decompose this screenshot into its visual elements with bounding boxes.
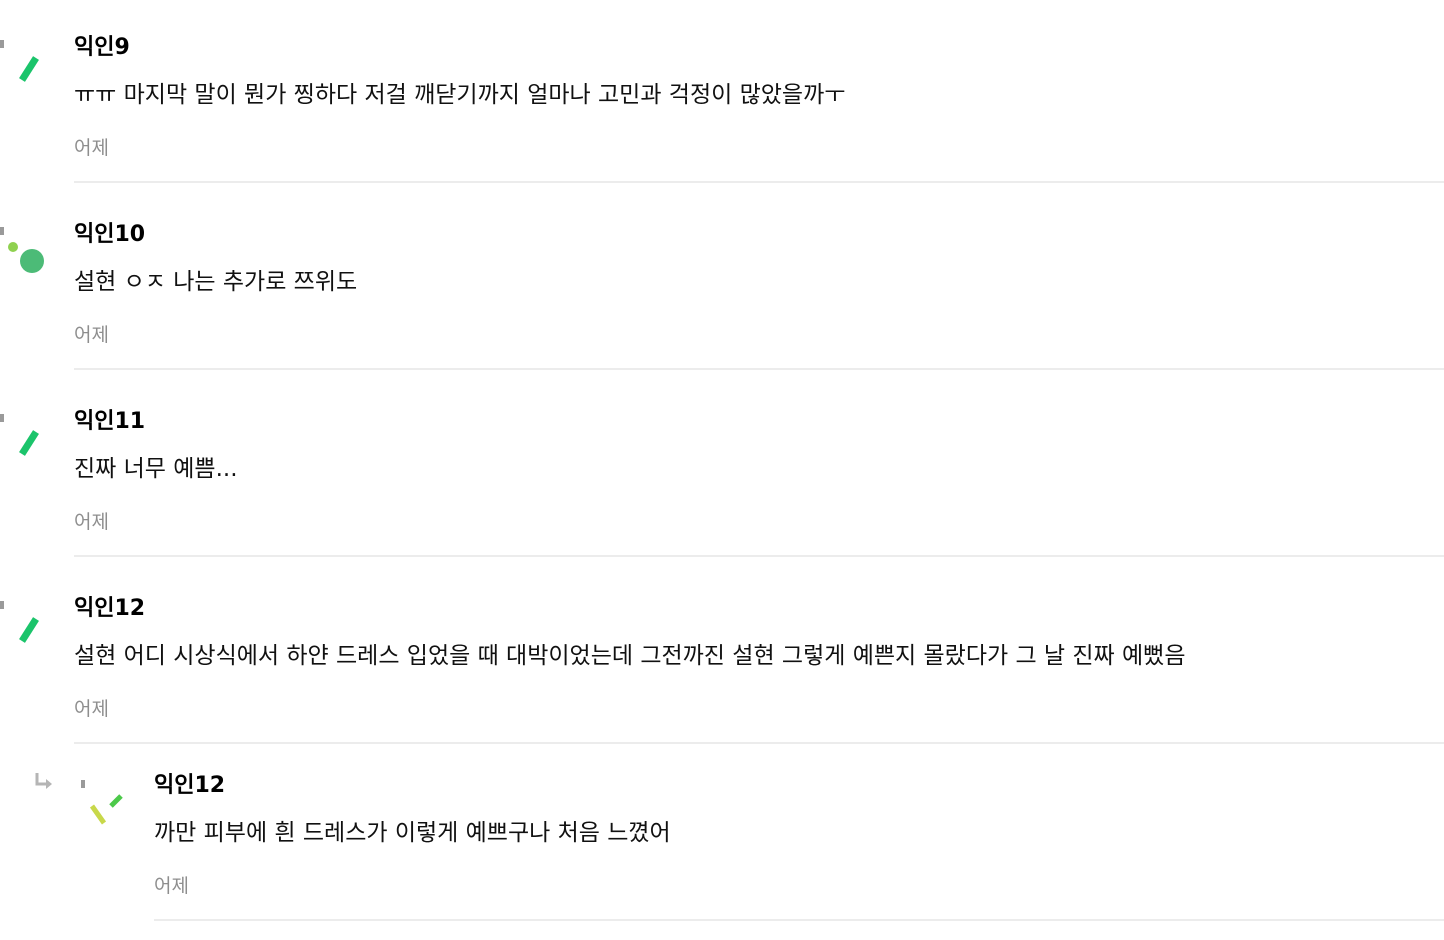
comment-text: ㅠㅠ 마지막 말이 뭔가 찡하다 저걸 깨닫기까지 얼마나 고민과 걱정이 많았… bbox=[74, 82, 846, 108]
comment-time: 어제 bbox=[74, 324, 109, 346]
reply-text: 까만 피부에 흰 드레스가 이렇게 예쁘구나 처음 느꼈어 bbox=[154, 820, 671, 846]
green-slash-icon bbox=[0, 40, 39, 82]
comment-divider bbox=[74, 742, 1444, 744]
reply-item: 익인12 까만 피부에 흰 드레스가 이렇게 예쁘구나 처음 느꼈어 어제 bbox=[0, 748, 1444, 940]
comment-time: 어제 bbox=[74, 511, 109, 533]
comment-divider bbox=[74, 181, 1444, 183]
reply-time: 어제 bbox=[154, 875, 189, 897]
comment-text: 진짜 너무 예쁨... bbox=[74, 456, 238, 482]
yellow-green-check-icon bbox=[81, 780, 123, 825]
reply-author[interactable]: 익인12 bbox=[154, 773, 225, 799]
comment-text: 설현 어디 시상식에서 하얀 드레스 입었을 때 대박이었는데 그전까진 설현 … bbox=[74, 643, 1186, 669]
comment-divider bbox=[74, 555, 1444, 557]
comment-author[interactable]: 익인11 bbox=[74, 409, 145, 435]
green-slash-icon bbox=[0, 601, 39, 643]
reply-arrow-icon bbox=[35, 773, 52, 789]
green-slash-icon bbox=[0, 414, 39, 456]
comment-time: 어제 bbox=[74, 137, 109, 159]
comment-item: 익인9 ㅠㅠ 마지막 말이 뭔가 찡하다 저걸 깨닫기까지 얼마나 고민과 걱정… bbox=[0, 0, 1444, 186]
comment-time: 어제 bbox=[74, 698, 109, 720]
green-dots-icon bbox=[0, 227, 44, 273]
comment-text: 설현 ㅇㅈ 나는 추가로 쯔위도 bbox=[74, 269, 358, 295]
comment-divider bbox=[74, 368, 1444, 370]
comment-item: 익인10 설현 ㅇㅈ 나는 추가로 쯔위도 어제 bbox=[0, 187, 1444, 373]
comment-author[interactable]: 익인12 bbox=[74, 596, 145, 622]
comment-item: 익인11 진짜 너무 예쁨... 어제 bbox=[0, 374, 1444, 560]
comment-author[interactable]: 익인9 bbox=[74, 35, 130, 61]
comment-item: 익인12 설현 어디 시상식에서 하얀 드레스 입었을 때 대박이었는데 그전까… bbox=[0, 561, 1444, 747]
reply-divider bbox=[154, 919, 1444, 921]
comment-author[interactable]: 익인10 bbox=[74, 222, 145, 248]
